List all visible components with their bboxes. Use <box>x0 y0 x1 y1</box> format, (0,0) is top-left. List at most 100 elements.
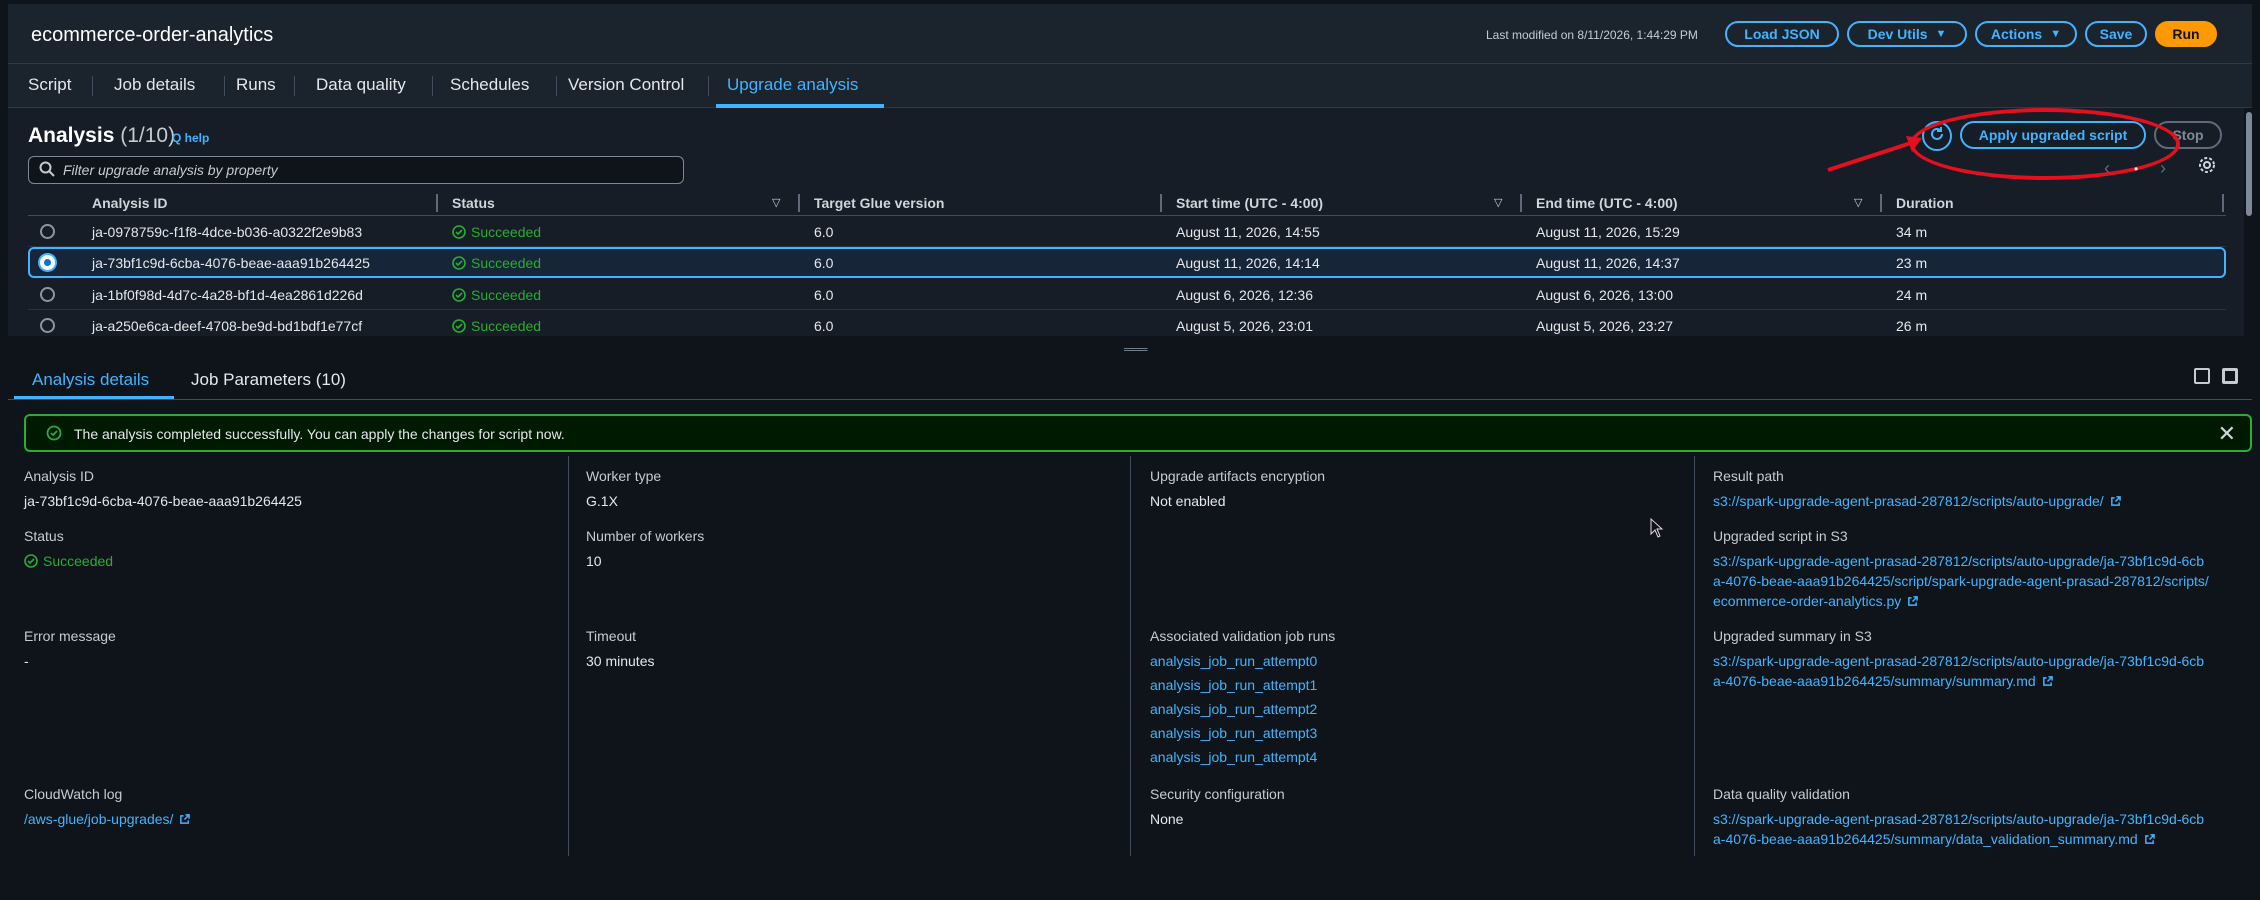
mouse-cursor-icon <box>1650 518 1664 538</box>
link-line: a-4076-beae-aaa91b264425/script/spark-up… <box>1713 573 2209 589</box>
sort-icon[interactable]: ▽ <box>1494 196 1502 209</box>
next-page-icon[interactable]: › <box>2160 158 2166 179</box>
split-resize-handle[interactable]: ═══ <box>1124 342 1147 356</box>
col-target-glue-version[interactable]: Target Glue version <box>814 195 944 211</box>
row-radio[interactable] <box>40 224 55 239</box>
panel-maximize-icon[interactable] <box>2222 368 2238 384</box>
cell-duration: 34 m <box>1896 224 1928 240</box>
analysis-heading: Analysis (1/10) <box>28 124 175 148</box>
validation-run-link[interactable]: analysis_job_run_attempt4 <box>1150 747 1317 767</box>
validation-run-link[interactable]: analysis_job_run_attempt1 <box>1150 675 1317 695</box>
tab-divider <box>294 76 295 96</box>
validation-run-link[interactable]: analysis_job_run_attempt3 <box>1150 723 1317 743</box>
table-row[interactable]: ja-1bf0f98d-4d7c-4a28-bf1d-4ea2861d226d … <box>28 279 2226 310</box>
link-line: a-4076-beae-aaa91b264425/summary/summary… <box>1713 673 2036 689</box>
link-line: s3://spark-upgrade-agent-prasad-287812/s… <box>1713 553 2205 569</box>
tab-data-quality[interactable]: Data quality <box>316 75 406 95</box>
col-analysis-id[interactable]: Analysis ID <box>92 195 167 211</box>
cell-status: Succeeded <box>452 255 541 271</box>
col-status[interactable]: Status <box>452 195 495 211</box>
timeout-value: 30 minutes <box>586 653 655 669</box>
cell-status: Succeeded <box>452 287 541 303</box>
upgraded-summary-link[interactable]: s3://spark-upgrade-agent-prasad-287812/s… <box>1713 651 2204 691</box>
table-header: Analysis ID Status ▽ Target Glue version… <box>28 190 2226 216</box>
table-row-selected[interactable]: ja-73bf1c9d-6cba-4076-beae-aaa91b264425 … <box>28 247 2226 278</box>
tab-analysis-details[interactable]: Analysis details <box>32 370 149 390</box>
success-icon <box>24 554 38 568</box>
external-link-icon <box>2144 834 2155 844</box>
column-divider <box>1694 456 1695 856</box>
column-resizer[interactable] <box>1880 194 1882 212</box>
upgraded-script-link[interactable]: s3://spark-upgrade-agent-prasad-287812/s… <box>1713 551 2209 611</box>
validation-run-link[interactable]: analysis_job_run_attempt2 <box>1150 699 1317 719</box>
panel-minimize-icon[interactable] <box>2194 368 2210 384</box>
column-resizer[interactable] <box>1520 194 1522 212</box>
tab-job-parameters[interactable]: Job Parameters (10) <box>191 370 346 390</box>
data-quality-link[interactable]: s3://spark-upgrade-agent-prasad-287812/s… <box>1713 809 2204 849</box>
col-end-time[interactable]: End time (UTC - 4:00) <box>1536 195 1678 211</box>
tab-runs[interactable]: Runs <box>236 75 276 95</box>
upgraded-summary-label: Upgraded summary in S3 <box>1713 628 1872 644</box>
column-resizer[interactable] <box>436 194 438 212</box>
tab-divider <box>224 76 225 96</box>
worker-type-label: Worker type <box>586 468 662 484</box>
tab-script[interactable]: Script <box>28 75 71 95</box>
row-radio[interactable] <box>40 318 55 333</box>
status-text: Succeeded <box>471 318 542 334</box>
success-icon <box>452 288 466 302</box>
table-row[interactable]: ja-0978759c-f1f8-4dce-b036-a0322f2e9b83 … <box>28 216 2226 247</box>
timeout-label: Timeout <box>586 628 637 644</box>
tab-version-control[interactable]: Version Control <box>568 75 684 95</box>
tab-upgrade-analysis[interactable]: Upgrade analysis <box>727 75 858 95</box>
main-tabs: Script Job details Runs Data quality Sch… <box>8 64 2252 108</box>
alert-message: The analysis completed successfully. You… <box>74 426 565 442</box>
column-resizer[interactable] <box>798 194 800 212</box>
analysis-id-value: ja-73bf1c9d-6cba-4076-beae-aaa91b264425 <box>24 493 302 509</box>
result-path-text: s3://spark-upgrade-agent-prasad-287812/s… <box>1713 493 2104 509</box>
column-resizer[interactable] <box>1160 194 1162 212</box>
tab-divider <box>8 399 2252 400</box>
col-start-time[interactable]: Start time (UTC - 4:00) <box>1176 195 1323 211</box>
actions-button[interactable]: Actions ▼ <box>1975 21 2077 47</box>
analysis-panel: Analysis (1/10) Q help Apply upgraded sc… <box>8 108 2244 336</box>
close-icon[interactable]: ✕ <box>2218 421 2236 447</box>
load-json-button[interactable]: Load JSON <box>1725 21 1839 47</box>
result-path-label: Result path <box>1713 468 1784 484</box>
table-row[interactable]: ja-a250e6ca-deef-4708-be9d-bd1bdf1e77cf … <box>28 310 2226 341</box>
cell-start: August 5, 2026, 23:01 <box>1176 318 1313 334</box>
save-button[interactable]: Save <box>2085 21 2147 47</box>
link-line-last: a-4076-beae-aaa91b264425/summary/data_va… <box>1713 829 2204 849</box>
encryption-label: Upgrade artifacts encryption <box>1150 468 1326 484</box>
validation-run-link[interactable]: analysis_job_run_attempt0 <box>1150 651 1317 671</box>
run-button[interactable]: Run <box>2155 21 2217 47</box>
prev-page-icon[interactable]: ‹ <box>2104 158 2110 179</box>
cloudwatch-link[interactable]: /aws-glue/job-upgrades/ <box>24 809 191 829</box>
row-radio[interactable] <box>40 287 55 302</box>
status-text: Succeeded <box>471 287 542 303</box>
success-icon <box>452 225 466 239</box>
q-help-link[interactable]: Q help <box>172 131 209 145</box>
sort-icon[interactable]: ▽ <box>772 196 780 209</box>
cell-end: August 5, 2026, 23:27 <box>1536 318 1673 334</box>
column-resizer[interactable] <box>2222 194 2224 212</box>
tab-divider <box>92 76 93 96</box>
dev-utils-button[interactable]: Dev Utils ▼ <box>1847 21 1967 47</box>
gear-icon[interactable] <box>2198 156 2216 179</box>
status-text: Succeeded <box>471 224 542 240</box>
error-message-value: - <box>24 653 29 669</box>
tab-schedules[interactable]: Schedules <box>450 75 529 95</box>
caret-down-icon: ▼ <box>2050 28 2062 40</box>
tab-job-details[interactable]: Job details <box>114 75 195 95</box>
result-path-link[interactable]: s3://spark-upgrade-agent-prasad-287812/s… <box>1713 491 2121 511</box>
col-duration[interactable]: Duration <box>1896 195 1954 211</box>
upgraded-script-label: Upgraded script in S3 <box>1713 528 1848 544</box>
filter-box[interactable] <box>28 156 684 184</box>
app-header: ecommerce-order-analytics Last modified … <box>8 4 2252 64</box>
cell-start: August 11, 2026, 14:55 <box>1176 224 1320 240</box>
sort-icon[interactable]: ▽ <box>1854 196 1862 209</box>
annotation-ellipse <box>1910 108 2180 180</box>
external-link-icon <box>180 814 191 824</box>
scrollbar-thumb[interactable] <box>2246 112 2252 216</box>
filter-input[interactable] <box>63 161 663 179</box>
row-radio[interactable] <box>40 255 55 270</box>
